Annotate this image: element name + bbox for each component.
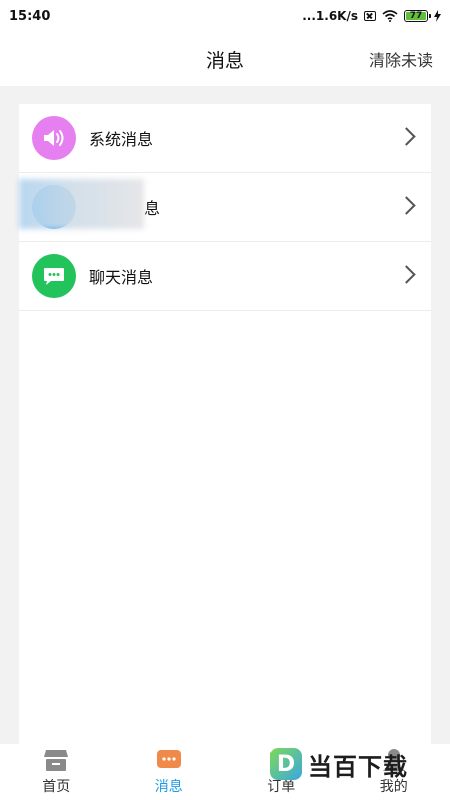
watermark-logo-icon: D bbox=[270, 748, 302, 780]
list-item-label: 聊天消息 bbox=[89, 268, 154, 287]
status-right: ...1.6K/s 77 bbox=[302, 9, 441, 23]
chevron-right-icon bbox=[397, 127, 416, 146]
tab-label: 消息 bbox=[154, 779, 183, 795]
watermark-text: 当百下载 bbox=[308, 752, 408, 781]
chevron-right-icon bbox=[397, 265, 416, 284]
list-item-label: 息 bbox=[144, 199, 161, 218]
screen: 15:40 ...1.6K/s 77 消息 清除未读 系统消息 息 聊天消息 首… bbox=[0, 0, 450, 800]
sim-icon bbox=[364, 11, 376, 21]
wifi-icon bbox=[382, 10, 398, 22]
chevron-right-icon bbox=[397, 196, 416, 215]
watermark: D 当百下载 bbox=[270, 744, 440, 784]
clear-unread-button[interactable]: 清除未读 bbox=[369, 47, 433, 71]
list-item-blurred[interactable]: 息 bbox=[19, 173, 431, 242]
charging-icon bbox=[434, 10, 441, 22]
nav-bar: 消息 清除未读 bbox=[0, 32, 450, 86]
blur-overlay bbox=[19, 179, 144, 229]
status-time: 15:40 bbox=[9, 8, 51, 24]
store-icon bbox=[44, 750, 69, 771]
chat-bubble-icon bbox=[32, 254, 76, 298]
page-title: 消息 bbox=[205, 49, 244, 72]
tab-messages[interactable]: 消息 bbox=[113, 744, 226, 800]
tab-label: 首页 bbox=[42, 779, 71, 795]
list-item-label: 系统消息 bbox=[89, 130, 154, 149]
status-bar: 15:40 ...1.6K/s 77 bbox=[0, 0, 450, 32]
speaker-icon bbox=[32, 116, 76, 160]
list-item-system-messages[interactable]: 系统消息 bbox=[19, 104, 431, 173]
battery-icon: 77 bbox=[404, 10, 431, 22]
list-item-chat-messages[interactable]: 聊天消息 bbox=[19, 242, 431, 311]
message-list: 系统消息 息 聊天消息 bbox=[19, 104, 431, 754]
tab-home[interactable]: 首页 bbox=[0, 744, 113, 800]
network-speed: ...1.6K/s bbox=[302, 9, 358, 23]
message-icon bbox=[156, 750, 181, 768]
battery-level: 77 bbox=[409, 11, 423, 21]
